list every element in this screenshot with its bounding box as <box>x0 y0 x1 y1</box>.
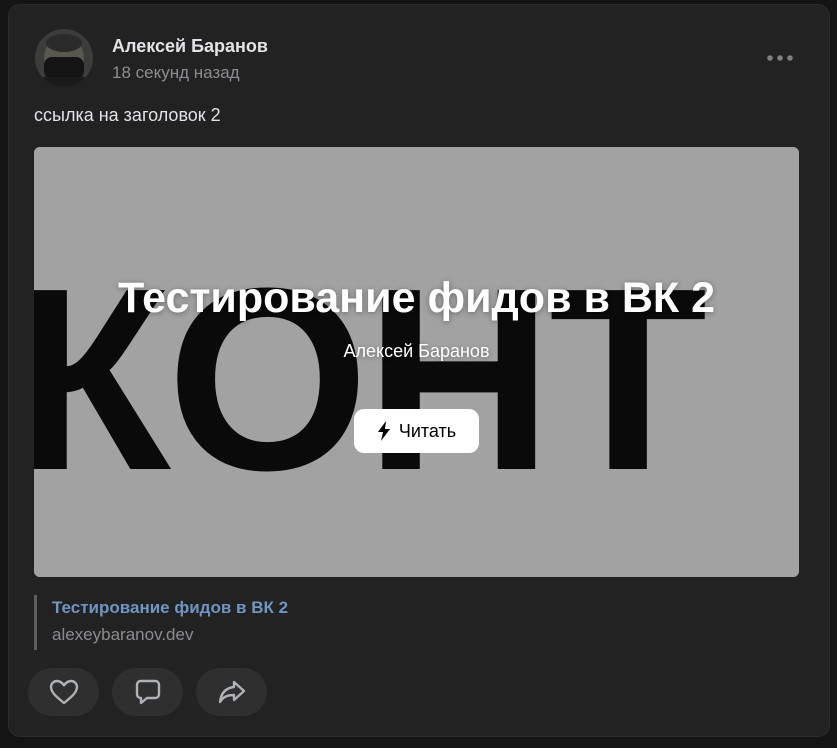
author-name[interactable]: Алексей Баранов <box>112 35 268 57</box>
comment-icon <box>135 679 160 705</box>
more-options-button[interactable] <box>765 49 795 67</box>
post-time[interactable]: 18 секунд назад <box>112 62 240 84</box>
article-card[interactable]: КОНТ Тестирование фидов в ВК 2 Алексей Б… <box>34 147 799 577</box>
read-button-label: Читать <box>398 421 457 441</box>
link-domain: alexeybaranov.dev <box>52 625 194 644</box>
heart-icon <box>49 679 78 705</box>
like-button[interactable] <box>28 668 99 716</box>
lightning-icon <box>377 421 390 441</box>
link-title[interactable]: Тестирование фидов в ВК 2 <box>52 597 288 619</box>
post-actions <box>28 668 267 716</box>
avatar[interactable] <box>35 29 93 87</box>
post-text: ссылка на заголовок 2 <box>34 105 221 125</box>
read-button[interactable]: Читать <box>354 409 479 453</box>
share-button[interactable] <box>196 668 267 716</box>
card-author: Алексей Баранов <box>343 341 490 361</box>
card-title: Тестирование фидов в ВК 2 <box>117 274 715 322</box>
share-icon <box>218 680 245 704</box>
more-icon <box>767 55 793 61</box>
comment-button[interactable] <box>112 668 183 716</box>
link-snippet[interactable]: Тестирование фидов в ВК 2 alexeybaranov.… <box>34 595 288 650</box>
avatar-photo <box>35 29 93 87</box>
post-card: Алексей Баранов 18 секунд назад ссылка н… <box>8 4 830 737</box>
